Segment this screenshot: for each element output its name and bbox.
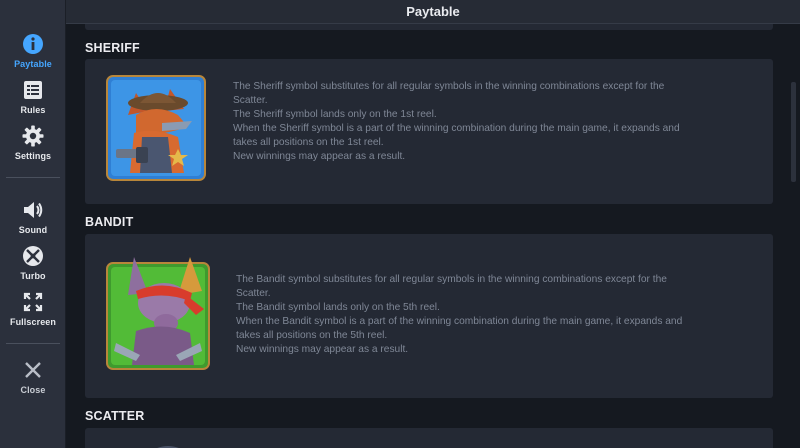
sidebar-item-settings[interactable]: Settings — [0, 124, 66, 161]
speaker-icon — [21, 198, 45, 222]
info-icon — [21, 32, 45, 56]
desc-line: Scatter. — [233, 95, 268, 106]
sidebar-divider — [6, 177, 60, 178]
previous-card-edge — [85, 24, 773, 30]
sidebar-divider — [6, 343, 60, 344]
header-bar: Paytable — [66, 0, 800, 24]
card-scatter — [85, 428, 773, 448]
sidebar-item-label: Close — [20, 385, 46, 395]
desc-line: New winnings may appear as a result. — [236, 344, 409, 355]
bandit-symbol-image — [106, 251, 210, 376]
sidebar-item-label: Fullscreen — [9, 317, 57, 327]
game-menu: Paytable Rules Settings Sound Turbo Full… — [0, 0, 800, 448]
sidebar-item-rules[interactable]: Rules — [0, 78, 66, 115]
desc-line: When the Sheriff symbol is a part of the… — [233, 123, 680, 134]
desc-line: takes all positions on the 5th reel. — [236, 330, 388, 341]
sidebar-item-label: Settings — [14, 151, 52, 161]
gear-icon — [21, 124, 45, 148]
scrollbar[interactable] — [791, 82, 796, 182]
fullscreen-icon — [21, 290, 45, 314]
sidebar-item-close[interactable]: Close — [0, 358, 66, 395]
desc-line: takes all positions on the 1st reel. — [233, 137, 384, 148]
scatter-symbol-image — [143, 442, 193, 448]
bandit-description: The Bandit symbol substitutes for all re… — [236, 273, 682, 357]
sidebar-item-turbo[interactable]: Turbo — [0, 244, 66, 281]
sidebar-item-label: Sound — [18, 225, 48, 235]
turbo-icon — [21, 244, 45, 268]
section-title-scatter: SCATTER — [85, 409, 145, 423]
desc-line: The Sheriff symbol lands only on the 1st… — [233, 109, 437, 120]
desc-line: The Sheriff symbol substitutes for all r… — [233, 81, 665, 92]
sidebar-item-fullscreen[interactable]: Fullscreen — [0, 290, 66, 327]
sheriff-symbol-image — [106, 75, 206, 186]
sheriff-description: The Sheriff symbol substitutes for all r… — [233, 80, 680, 164]
section-title-bandit: BANDIT — [85, 215, 134, 229]
page-title: Paytable — [406, 4, 460, 19]
desc-line: The Bandit symbol lands only on the 5th … — [236, 302, 440, 313]
close-icon — [21, 358, 45, 382]
sidebar: Paytable Rules Settings Sound Turbo Full… — [0, 0, 66, 448]
desc-line: New winnings may appear as a result. — [233, 151, 406, 162]
sidebar-item-sound[interactable]: Sound — [0, 198, 66, 235]
list-icon — [21, 78, 45, 102]
section-title-sheriff: SHERIFF — [85, 41, 140, 55]
sidebar-item-label: Turbo — [20, 271, 46, 281]
sidebar-item-label: Paytable — [14, 59, 52, 69]
desc-line: Scatter. — [236, 288, 271, 299]
sidebar-item-paytable[interactable]: Paytable — [0, 32, 66, 69]
desc-line: The Bandit symbol substitutes for all re… — [236, 274, 667, 285]
desc-line: When the Bandit symbol is a part of the … — [236, 316, 683, 327]
card-bandit: The Bandit symbol substitutes for all re… — [85, 234, 773, 398]
paytable-content[interactable]: SHERIFF The Sheriff symbol substitutes f… — [66, 24, 800, 448]
card-sheriff: The Sheriff symbol substitutes for all r… — [85, 59, 773, 204]
sidebar-item-label: Rules — [20, 105, 46, 115]
